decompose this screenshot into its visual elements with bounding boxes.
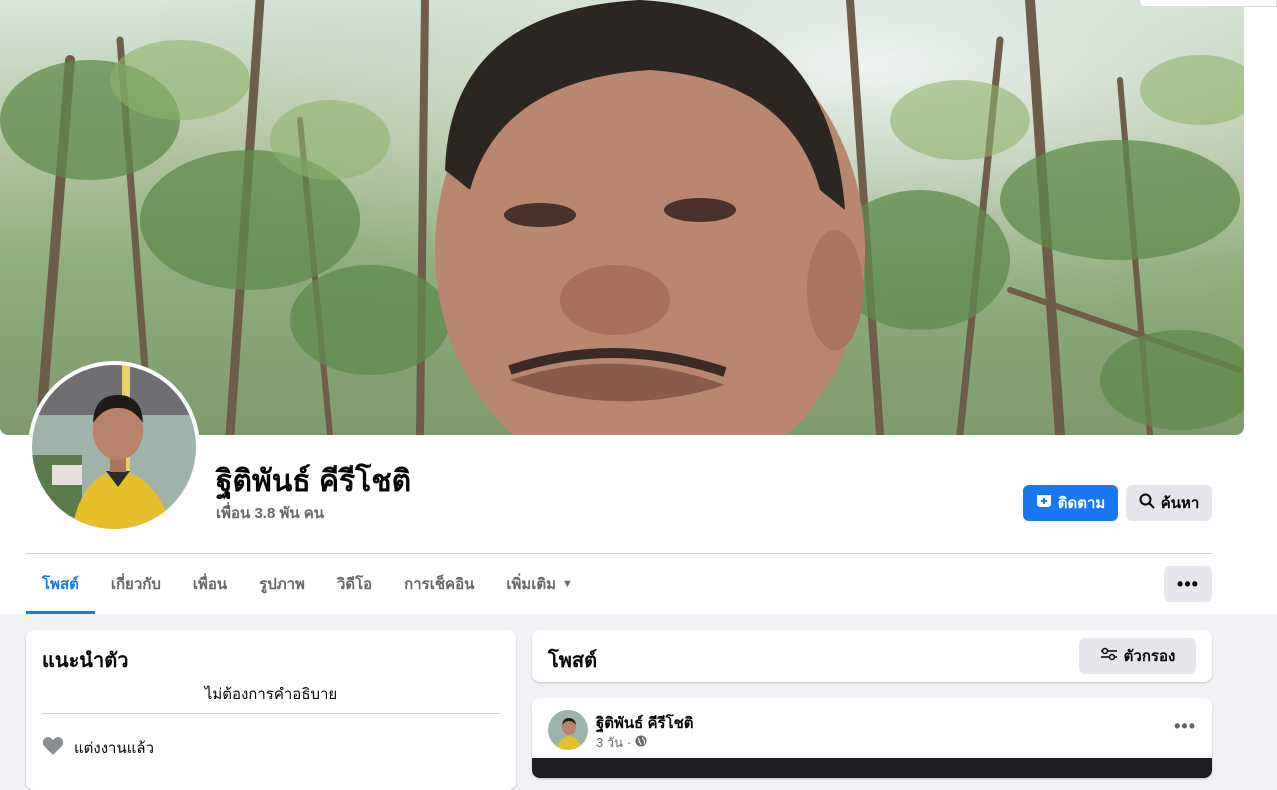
posts-title: โพสต์ [548,650,598,672]
filter-button[interactable]: ตัวกรอง [1079,638,1196,674]
post-meta: 3 วัน · [596,732,647,753]
post-card: ฐิติพันธ์ คีรีโชติ 3 วัน · ••• [532,698,1212,778]
separator-dot: · [627,735,632,750]
search-button[interactable]: ค้นหา [1126,485,1212,521]
tab-label: การเช็คอิน [404,576,475,593]
cover-photo-image [0,0,1244,435]
profile-tabs: โพสต์ เกี่ยวกับ เพื่อน รูปภาพ วิดีโอ การ… [26,554,589,614]
heart-icon [42,736,64,760]
profile-picture-image [32,365,196,529]
tab-photos[interactable]: รูปภาพ [243,554,321,614]
tab-about[interactable]: เกี่ยวกับ [95,554,177,614]
follow-icon [1036,493,1052,513]
tab-label: เกี่ยวกับ [110,576,161,593]
follow-label: ติดตาม [1057,495,1106,512]
intro-divider [42,713,500,714]
profile-header: ฐิติพันธ์ คีรีโชติ เพื่อน 3.8 พัน คน ติด… [0,0,1277,614]
post-media[interactable] [532,758,1212,778]
profile-name: ฐิติพันธ์ คีรีโชติ [216,465,412,498]
caret-down-icon: ▼ [562,578,573,590]
right-gutter [1244,0,1277,614]
tab-more[interactable]: เพิ่มเติม ▼ [490,554,589,614]
tab-label: รูปภาพ [259,576,305,593]
intro-title: แนะนำตัว [42,650,129,672]
more-options-icon: ••• [1177,573,1199,594]
tab-friends[interactable]: เพื่อน [177,554,243,614]
search-icon [1139,493,1155,513]
search-label: ค้นหา [1160,495,1200,512]
tab-checkins[interactable]: การเช็คอิน [388,554,490,614]
intro-card: แนะนำตัว ไม่ต้องการคำอธิบาย แต่งงานแล้ว [26,630,516,790]
edit-cover-strip [1139,0,1277,7]
post-author-avatar[interactable] [548,710,588,750]
tab-videos[interactable]: วิดีโอ [321,554,388,614]
friend-count[interactable]: เพื่อน 3.8 พัน คน [216,501,324,525]
post-options-button[interactable]: ••• [1174,716,1196,737]
relationship-status: แต่งงานแล้ว [74,740,155,757]
follow-button[interactable]: ติดตาม [1023,485,1118,521]
tab-label: วิดีโอ [336,576,373,593]
post-timestamp[interactable]: 3 วัน [596,732,623,753]
filter-sliders-icon [1100,647,1118,665]
tab-label: เพื่อน [192,576,228,593]
globe-icon [635,735,647,750]
tab-label: เพิ่มเติม [506,576,557,593]
more-options-button[interactable]: ••• [1164,566,1212,602]
tab-label: โพสต์ [42,576,79,593]
cover-photo[interactable] [0,0,1244,435]
intro-bio: ไม่ต้องการคำอธิบาย [204,686,338,703]
relationship-row: แต่งงานแล้ว [42,736,154,760]
posts-header-card: โพสต์ ตัวกรอง [532,630,1212,682]
filter-label: ตัวกรอง [1123,648,1176,665]
profile-picture[interactable] [28,361,200,533]
tab-posts[interactable]: โพสต์ [26,554,95,614]
